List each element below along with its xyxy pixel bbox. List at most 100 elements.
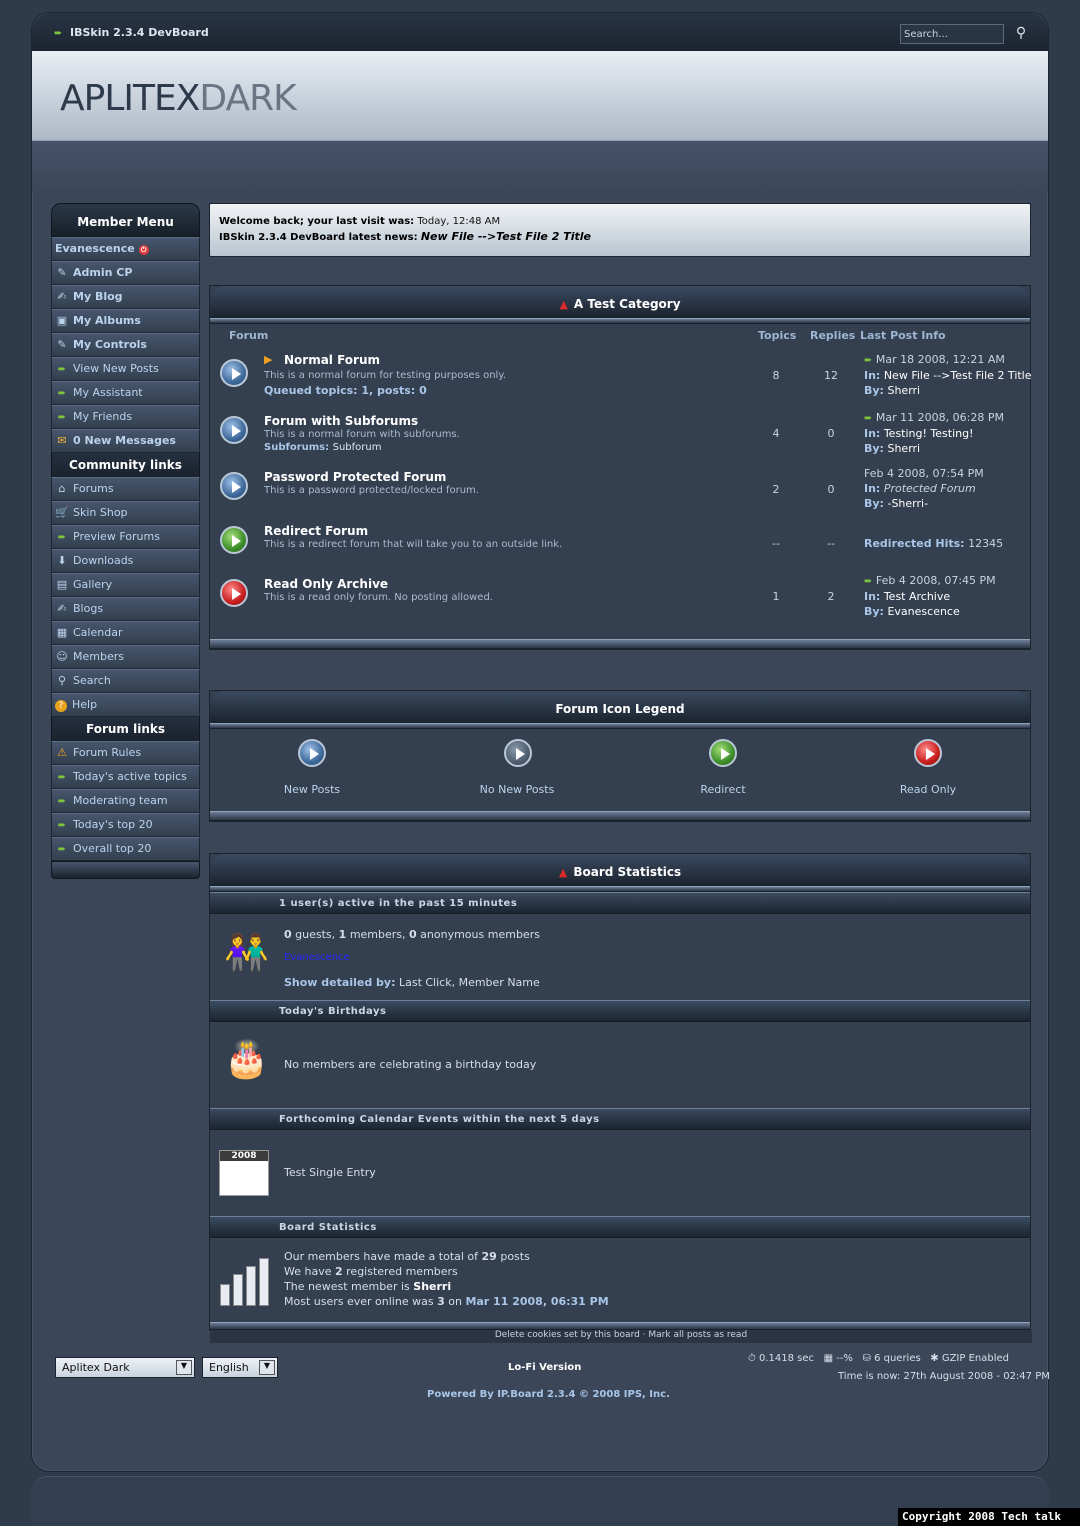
last-poster-link[interactable]: Evanescence (887, 605, 959, 618)
chart-icon (220, 1256, 272, 1306)
logout-icon[interactable]: ⏻ (138, 245, 149, 255)
arrow-icon: ➨ (57, 820, 67, 831)
sidebar-item[interactable]: ▣ My Albums (51, 309, 200, 333)
language-select[interactable]: English ▼ (202, 1357, 278, 1378)
news-link[interactable]: New File -->Test File 2 Title (421, 230, 591, 243)
forum-name-link[interactable]: Forum with Subforums (264, 414, 418, 428)
replies-count: 12 (824, 369, 838, 382)
albums-icon: ▣ (56, 314, 68, 327)
sidebar-item-label: Today's active topics (73, 770, 187, 783)
sidebar-item-label: My Controls (73, 338, 147, 351)
legend-label: No New Posts (479, 783, 555, 796)
last-topic-link[interactable]: New File -->Test File 2 Title (884, 369, 1032, 382)
sidebar-item-label: Skin Shop (73, 506, 128, 519)
sidebar-user[interactable]: Evanescence ⏻ (51, 237, 200, 261)
users-icon: 👫 (224, 933, 269, 974)
sidebar-item[interactable]: ▦ Calendar (51, 621, 200, 645)
last-topic-link[interactable]: Testing! Testing! (884, 427, 974, 440)
sidebar-item[interactable]: ✎ Admin CP (51, 261, 200, 285)
topics-count: 2 (772, 483, 780, 496)
sidebar-item[interactable]: ➨ My Assistant (51, 381, 200, 405)
redirect-icon (709, 739, 737, 767)
sidebar-item[interactable]: ▤ Gallery (51, 573, 200, 597)
delete-cookies-link[interactable]: Delete cookies set by this board · Mark … (210, 1330, 1032, 1343)
news-label: IBSkin 2.3.4 DevBoard latest news: (219, 232, 418, 243)
powered-by-link[interactable]: Powered By IP.Board 2.3.4 © 2008 IPS, In… (427, 1389, 670, 1400)
replies-count: -- (827, 537, 835, 550)
legend-box: Forum Icon Legend New Posts No New Posts… (209, 690, 1031, 822)
col-forum: Forum (229, 329, 269, 342)
sidebar-item-label: Downloads (73, 554, 134, 567)
warning-icon: ⚠ (57, 746, 67, 759)
blog-icon: ✍ (57, 290, 67, 303)
sidebar-item[interactable]: ➨ Moderating team (51, 789, 200, 813)
no-new-posts-icon (504, 739, 532, 767)
topics-count: 4 (772, 427, 780, 440)
forum-description: This is a password protected/locked foru… (264, 485, 479, 496)
site-logo[interactable]: APLITEXDARK (60, 78, 297, 119)
sidebar-item[interactable]: ➨ My Friends (51, 405, 200, 429)
sidebar-item[interactable]: ➨ View New Posts (51, 357, 200, 381)
sidebar-item[interactable]: ✍ Blogs (51, 597, 200, 621)
welcome-box: Welcome back; your last visit was: Today… (209, 203, 1031, 257)
sidebar-item-label: View New Posts (73, 362, 159, 375)
sidebar-item[interactable]: ➨ Overall top 20 (51, 837, 200, 861)
read-only-icon (914, 739, 942, 767)
forum-name-link[interactable]: Normal Forum (284, 353, 380, 367)
sidebar-item[interactable]: ⬇ Downloads (51, 549, 200, 573)
last-poster-link[interactable]: Sherri (887, 442, 920, 455)
last-topic-link[interactable]: Test Archive (884, 590, 950, 603)
page-container: ➨ IBSkin 2.3.4 DevBoard ⚲ APLITEXDARK Me… (31, 12, 1050, 1472)
sidebar-item-label: Calendar (73, 626, 123, 639)
sidebar-item[interactable]: ✍ My Blog (51, 285, 200, 309)
last-poster-link[interactable]: Sherri (887, 384, 920, 397)
collapse-icon[interactable]: ▲ (559, 866, 567, 879)
last-post-link[interactable]: Mar 11 2008, 06:28 PM (876, 411, 1004, 424)
sidebar-item[interactable]: ? Help (51, 693, 200, 717)
sidebar-item[interactable]: ➨ Preview Forums (51, 525, 200, 549)
forum-description: This is a redirect forum that will take … (264, 539, 563, 550)
blog-icon: ✍ (57, 602, 67, 615)
newest-member-link[interactable]: Sherri (413, 1280, 451, 1293)
lofi-link[interactable]: Lo-Fi Version (508, 1362, 581, 1373)
calendar-section: 2008 Test Single Entry (210, 1130, 1030, 1216)
replies-count: 0 (827, 427, 835, 440)
arrow-icon: ➨ (864, 413, 873, 424)
sidebar-item[interactable]: ⌂ Forums (51, 477, 200, 501)
member-menu-title: Member Menu (51, 203, 200, 237)
forum-name-link[interactable]: Password Protected Forum (264, 470, 446, 484)
search-input[interactable] (900, 24, 1004, 44)
sidebar-item[interactable]: ➨ Today's active topics (51, 765, 200, 789)
legend-label: Redirect (700, 783, 746, 796)
last-topic-link[interactable]: Protected Forum (884, 482, 976, 495)
search-button[interactable]: ⚲ (1012, 25, 1030, 43)
skin-select[interactable]: Aplitex Dark ▼ (55, 1357, 195, 1378)
forum-name-link[interactable]: Read Only Archive (264, 577, 388, 591)
sidebar-item[interactable]: ✉ 0 New Messages (51, 429, 200, 453)
new-posts-icon (298, 739, 326, 767)
sidebar-item[interactable]: 🛒 Skin Shop (51, 501, 200, 525)
sidebar-item[interactable]: ✎ My Controls (51, 333, 200, 357)
calendar-event-link[interactable]: Test Single Entry (284, 1166, 376, 1179)
time-now: Time is now: 27th August 2008 - 02:47 PM (838, 1371, 1050, 1382)
forum-name-link[interactable]: Redirect Forum (264, 524, 368, 538)
forum-extra: Subforums: Subforum (264, 442, 382, 453)
last-post-link[interactable]: Feb 4 2008, 07:54 PM (864, 467, 984, 480)
sidebar-item[interactable]: ☺ Members (51, 645, 200, 669)
last-poster-link[interactable]: -Sherri- (887, 497, 928, 510)
sidebar-item[interactable]: ⚠ Forum Rules (51, 741, 200, 765)
sort-options[interactable]: Last Click, Member Name (399, 976, 540, 989)
collapse-icon[interactable]: ▲ (559, 298, 567, 311)
last-post-link[interactable]: Mar 18 2008, 12:21 AM (876, 353, 1005, 366)
sidebar-item[interactable]: ⚲ Search (51, 669, 200, 693)
banner: APLITEXDARK (32, 51, 1048, 141)
board-title-link[interactable]: IBSkin 2.3.4 DevBoard (70, 26, 209, 39)
community-links-title: Community links (51, 453, 200, 477)
active-user-link[interactable]: Evanescence (284, 952, 350, 963)
birthdays-head: Today's Birthdays (210, 1000, 1030, 1022)
sidebar: Member Menu Evanescence ⏻ ✎ Admin CP ✍ My B… (51, 203, 200, 879)
sidebar-item-label: Help (72, 698, 98, 711)
col-replies: Replies (810, 329, 856, 342)
last-post-link[interactable]: Feb 4 2008, 07:45 PM (876, 574, 996, 587)
sidebar-item[interactable]: ➨ Today's top 20 (51, 813, 200, 837)
